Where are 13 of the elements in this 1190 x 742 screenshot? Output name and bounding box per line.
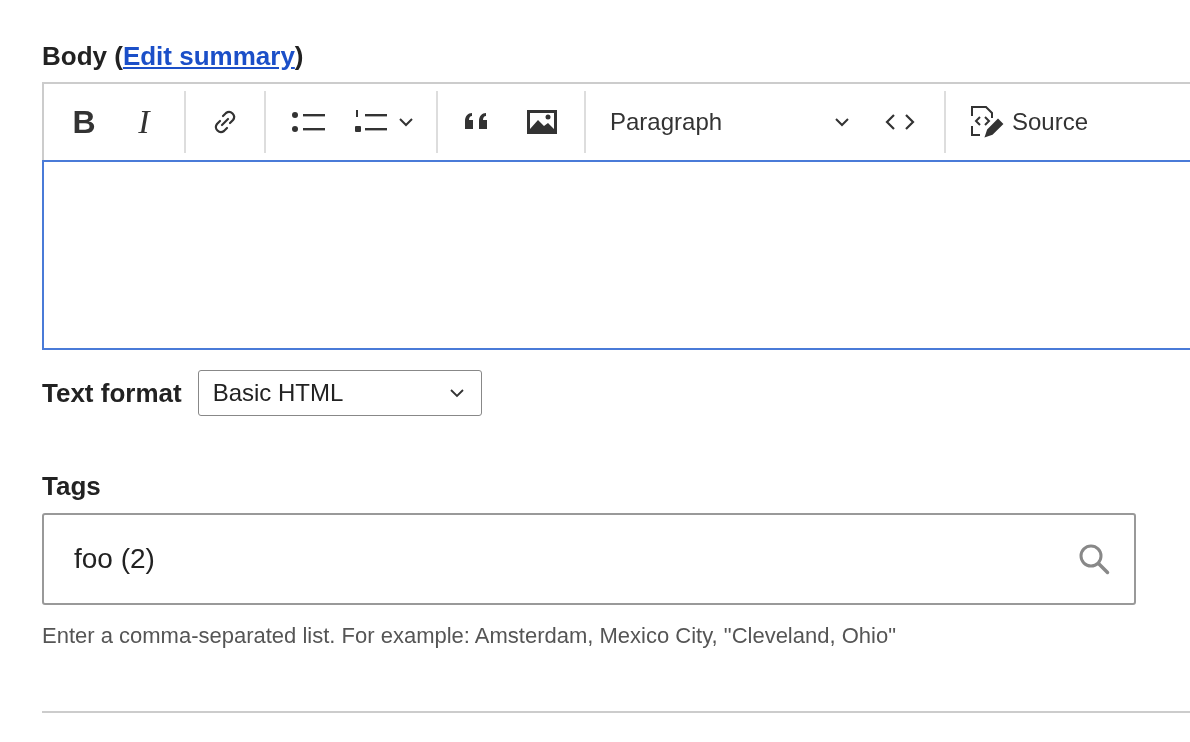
bold-button[interactable]: B	[64, 103, 104, 141]
tags-label: Tags	[42, 470, 101, 503]
source-button[interactable]: Source	[956, 102, 1099, 142]
paragraph-dropdown[interactable]: Paragraph	[596, 108, 866, 136]
field-label: Body (Edit summary)	[42, 40, 304, 73]
edit-summary-link[interactable]: Edit summary	[122, 41, 295, 71]
tags-input-field[interactable]: foo (2)	[42, 513, 1136, 605]
help-text: Enter a comma-separated list. For example: Amsterdam, Mexico City, "Cleveland, Ohio"	[42, 623, 896, 649]
image-icon[interactable]	[524, 107, 560, 137]
italic-button[interactable]: I	[124, 103, 164, 141]
text-format-select[interactable]: Basic HTML	[197, 370, 482, 416]
text-format-label: Text format	[42, 377, 182, 410]
editor-content-area[interactable]	[42, 160, 1190, 350]
